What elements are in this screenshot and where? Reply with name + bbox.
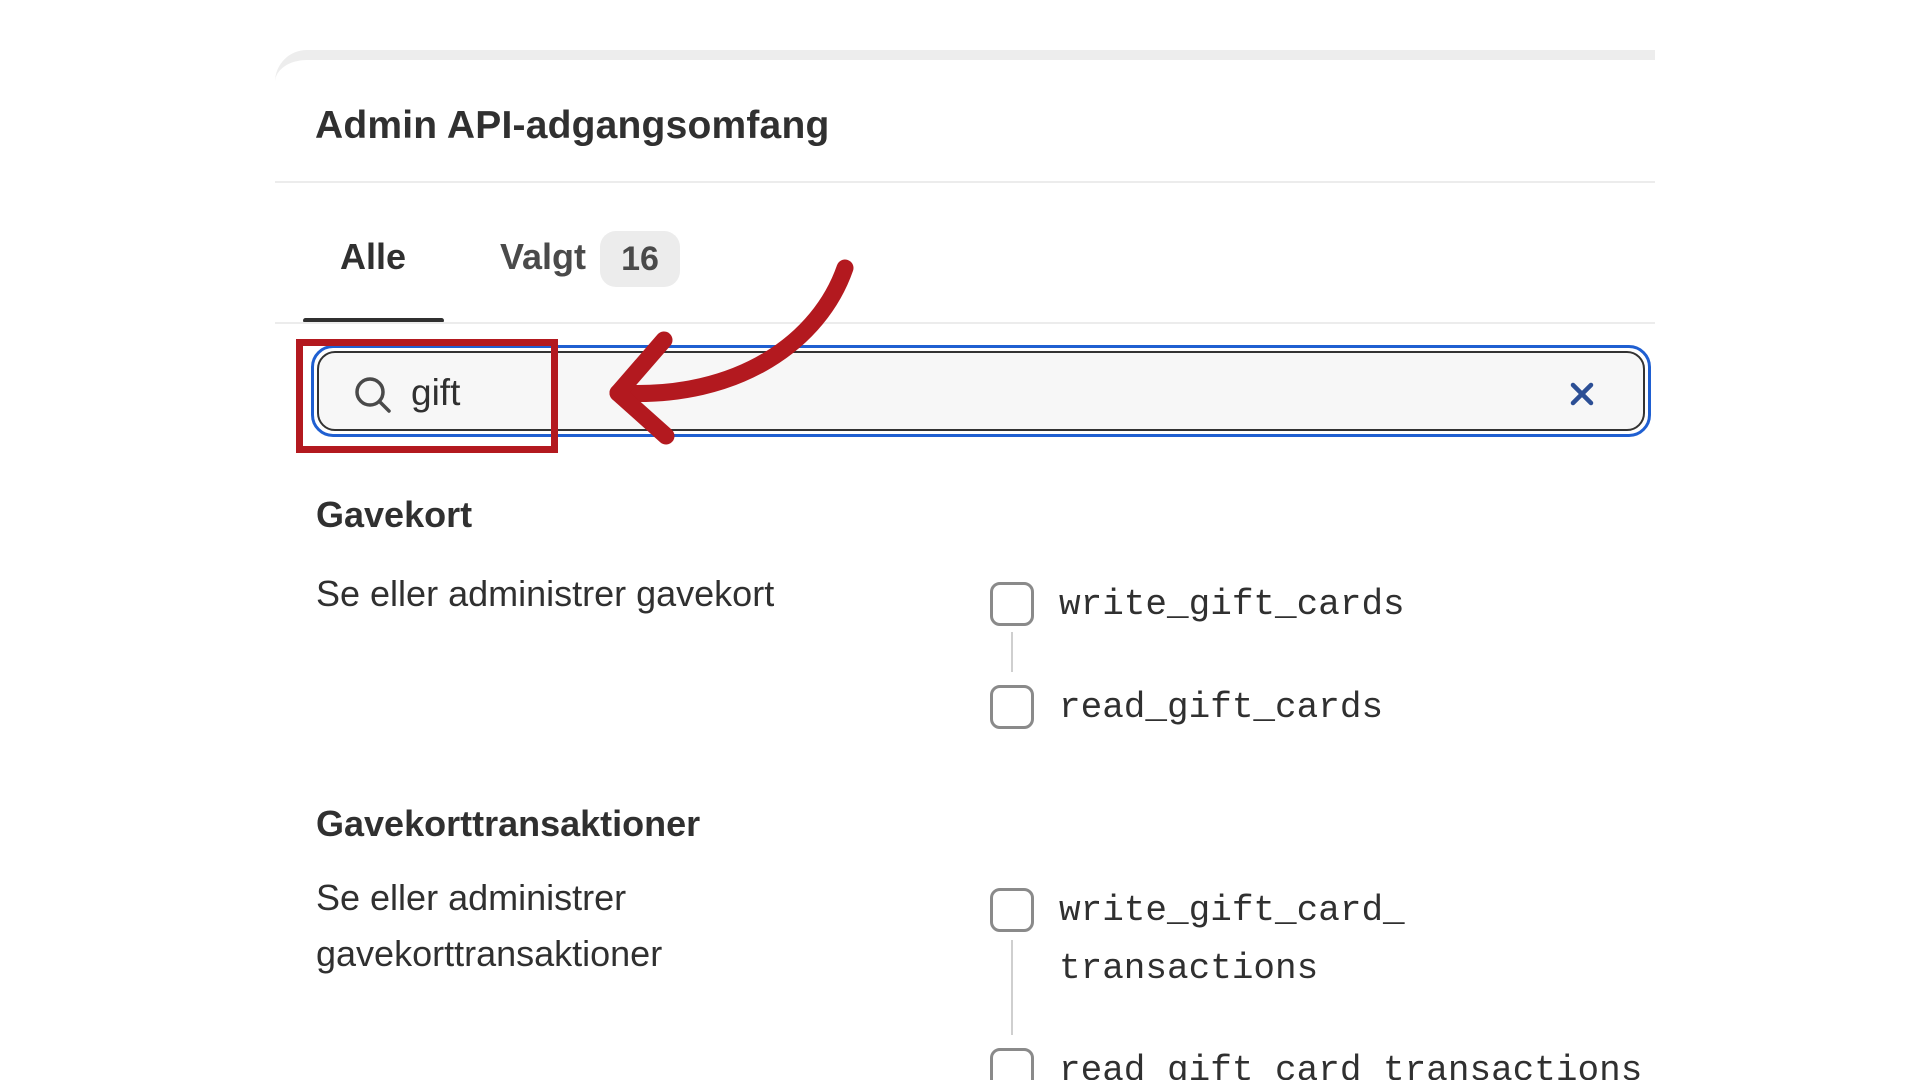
scope-label: read_gift_cards (1059, 687, 1384, 728)
scope-label: write_gift_card_ transactions (1059, 882, 1405, 998)
scope-write-gift-card-transactions[interactable]: write_gift_card_ transactions (990, 888, 1405, 998)
tab-selected[interactable]: Valgt (500, 236, 586, 278)
scope-label: read_gift_card_transactions (1059, 1050, 1643, 1080)
annotation-highlight-box (296, 339, 558, 453)
checkbox-read-gift-cards[interactable] (990, 685, 1034, 729)
scope-label-line: transactions (1059, 948, 1319, 989)
section-description-gift-card-transactions: Se eller administrer gavekorttransaktion… (316, 870, 662, 982)
checkbox-write-gift-card-transactions[interactable] (990, 888, 1034, 932)
scope-connector (1011, 940, 1013, 1035)
close-icon[interactable] (1567, 379, 1597, 409)
section-title-gift-card-transactions: Gavekorttransaktioner (316, 803, 701, 844)
section-description-gift-cards: Se eller administrer gavekort (316, 573, 775, 614)
scope-read-gift-card-transactions[interactable]: read_gift_card_transactions (990, 1048, 1642, 1080)
header-divider (275, 181, 1655, 183)
page: Admin API-adgangsomfang Alle Valgt 16 Ga… (0, 0, 1920, 1080)
description-line: gavekorttransaktioner (316, 933, 663, 974)
scope-connector (1011, 632, 1013, 672)
scope-read-gift-cards[interactable]: read_gift_cards (990, 685, 1383, 737)
scope-label: write_gift_cards (1059, 584, 1405, 625)
page-title: Admin API-adgangsomfang (315, 104, 830, 147)
scope-write-gift-cards[interactable]: write_gift_cards (990, 582, 1405, 634)
checkbox-write-gift-cards[interactable] (990, 582, 1034, 626)
checkbox-read-gift-card-transactions[interactable] (990, 1048, 1034, 1080)
search-input[interactable] (411, 367, 1491, 419)
scope-label-line: write_gift_card_ (1059, 890, 1405, 931)
description-line: Se eller administrer (316, 877, 627, 918)
tabs-divider (275, 322, 1655, 324)
tab-all[interactable]: Alle (340, 236, 406, 278)
section-title-gift-cards: Gavekort (316, 494, 473, 535)
annotation-arrow-icon (609, 259, 854, 445)
